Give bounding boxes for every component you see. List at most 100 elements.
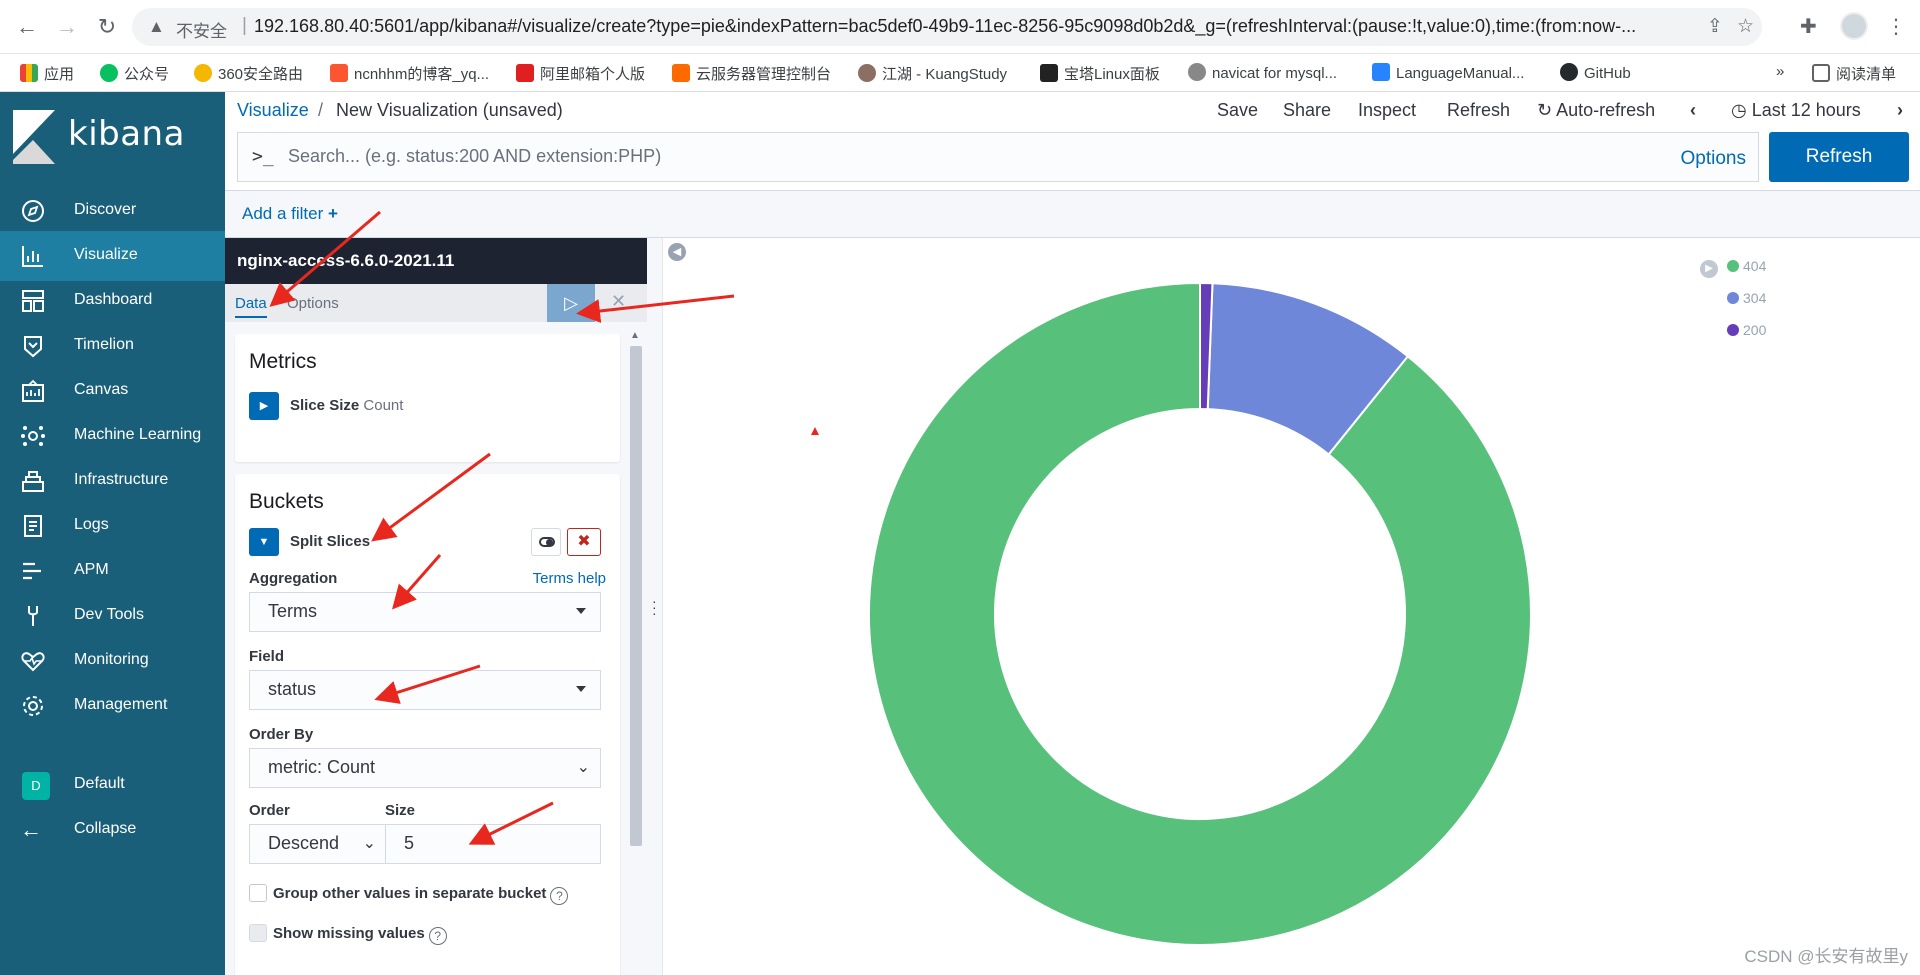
metric-agg-title[interactable]: Slice Size Count bbox=[290, 397, 403, 414]
address-bar[interactable]: ▲ 不安全 | 192.168.80.40:5601/app/kibana#/v… bbox=[132, 8, 1762, 46]
reload-icon[interactable]: ↻ bbox=[94, 14, 120, 40]
sidebar-item-visualize[interactable]: Visualize bbox=[0, 231, 225, 281]
sidebar-item-machine-learning[interactable]: Machine Learning bbox=[0, 411, 225, 461]
back-icon[interactable]: ← bbox=[14, 14, 40, 40]
scroll-up-icon[interactable]: ▲ bbox=[630, 330, 640, 341]
refresh-button[interactable]: Refresh bbox=[1769, 132, 1909, 182]
bookmark-item[interactable]: 江湖 - KuangStudy bbox=[858, 63, 1007, 84]
reading-list[interactable]: 阅读清单 bbox=[1812, 63, 1896, 84]
bookmark-star-icon[interactable]: ☆ bbox=[1737, 15, 1754, 38]
wechat-icon bbox=[100, 64, 118, 82]
metric-expand-icon[interactable]: ▶ bbox=[249, 392, 279, 420]
auto-refresh-button[interactable]: ↻ Auto-refresh bbox=[1537, 100, 1655, 121]
save-button[interactable]: Save bbox=[1217, 100, 1258, 121]
bookmark-item[interactable]: 宝塔Linux面板 bbox=[1040, 63, 1160, 84]
breadcrumb-visualize[interactable]: Visualize bbox=[237, 100, 309, 121]
time-picker[interactable]: ◷ Last 12 hours bbox=[1731, 100, 1861, 121]
bookmark-item[interactable]: GitHub bbox=[1560, 63, 1631, 82]
bookmark-item[interactable]: 阿里邮箱个人版 bbox=[516, 63, 645, 84]
aggregation-select[interactable]: Terms bbox=[249, 592, 601, 632]
forward-icon[interactable]: → bbox=[54, 14, 80, 40]
add-filter-button[interactable]: Add a filter + bbox=[242, 204, 338, 224]
legend-item[interactable]: 404 bbox=[1727, 258, 1766, 274]
kibana-header: Visualize / New Visualization (unsaved) … bbox=[225, 92, 1920, 132]
pie-chart[interactable] bbox=[664, 238, 1920, 975]
show-missing-checkbox[interactable] bbox=[249, 924, 267, 942]
brand-name: kibana bbox=[68, 114, 185, 154]
legend-item[interactable]: 304 bbox=[1727, 290, 1766, 306]
sidebar-item-dashboard[interactable]: Dashboard bbox=[0, 276, 225, 326]
share-page-icon[interactable]: ⇪ bbox=[1707, 15, 1723, 38]
extensions-icon[interactable]: ✚ bbox=[1800, 14, 1817, 39]
legend-toggle-icon[interactable]: ▶ bbox=[1700, 260, 1718, 278]
field-select[interactable]: status bbox=[249, 670, 601, 710]
tab-data[interactable]: Data bbox=[235, 295, 267, 318]
gear-icon bbox=[23, 696, 43, 716]
url-text[interactable]: 192.168.80.40:5601/app/kibana#/visualize… bbox=[254, 16, 1674, 37]
refresh-menu-button[interactable]: Refresh bbox=[1447, 100, 1510, 121]
inspect-button[interactable]: Inspect bbox=[1358, 100, 1416, 121]
sidebar-item-apm[interactable]: APM bbox=[0, 546, 225, 596]
remove-agg-icon[interactable]: ✖ bbox=[567, 528, 601, 556]
confluence-icon bbox=[1372, 63, 1390, 81]
logs-icon bbox=[24, 515, 42, 537]
more-bookmarks-icon[interactable]: » bbox=[1776, 63, 1784, 80]
legend-item[interactable]: 200 bbox=[1727, 322, 1766, 338]
search-input[interactable]: >_ Search... (e.g. status:200 AND extens… bbox=[237, 132, 1759, 182]
navicat-icon bbox=[1188, 63, 1206, 81]
time-forward-icon[interactable]: › bbox=[1897, 100, 1903, 121]
editor-resize-handle[interactable]: · · · bbox=[647, 238, 663, 975]
sidebar-item-timelion[interactable]: Timelion bbox=[0, 321, 225, 371]
help-icon[interactable]: ? bbox=[428, 927, 447, 945]
time-back-icon[interactable]: ‹ bbox=[1690, 100, 1696, 121]
sidebar-item-infrastructure[interactable]: Infrastructure bbox=[0, 456, 225, 506]
show-missing-label: Show missing values? bbox=[273, 925, 447, 945]
query-options-button[interactable]: Options bbox=[1681, 148, 1746, 170]
bookmark-item[interactable]: LanguageManual... bbox=[1372, 63, 1524, 82]
legend-color-dot bbox=[1727, 324, 1739, 336]
query-bar: >_ Search... (e.g. status:200 AND extens… bbox=[225, 132, 1920, 190]
toggle-agg-icon[interactable] bbox=[531, 528, 561, 556]
timelion-icon bbox=[24, 336, 42, 358]
group-other-checkbox[interactable] bbox=[249, 884, 267, 902]
order-by-select[interactable]: metric: Count ⌄ bbox=[249, 748, 601, 788]
collapse-sidebar-icon[interactable]: ◀ bbox=[668, 243, 686, 261]
caret-down-icon bbox=[576, 608, 586, 614]
terms-help-link[interactable]: Terms help bbox=[533, 570, 606, 587]
bookmark-apps[interactable]: 应用 bbox=[20, 63, 74, 84]
bucket-agg-title: Split Slices bbox=[290, 533, 371, 550]
vis-editor-sidebar: nginx-access-6.6.0-2021.11 Data Options … bbox=[225, 238, 647, 975]
query-prompt-icon: >_ bbox=[252, 146, 274, 167]
sidebar-item-discover[interactable]: Discover bbox=[0, 186, 225, 236]
kibana-brand[interactable]: kibana bbox=[0, 92, 225, 182]
apply-changes-button[interactable]: ▷ bbox=[547, 284, 595, 322]
scrollbar-thumb[interactable] bbox=[630, 346, 642, 846]
sidebar-item-management[interactable]: Management bbox=[0, 681, 225, 731]
bookmark-item[interactable]: 360安全路由 bbox=[194, 63, 303, 84]
bookmark-item[interactable]: 云服务器管理控制台 bbox=[672, 63, 831, 84]
size-input[interactable]: 5 bbox=[385, 824, 601, 864]
chrome-menu-icon[interactable]: ⋮ bbox=[1886, 14, 1906, 39]
sidebar-item-canvas[interactable]: Canvas bbox=[0, 366, 225, 416]
chevron-down-icon: ⌄ bbox=[576, 759, 590, 776]
tab-options[interactable]: Options bbox=[287, 295, 339, 312]
collapse-button[interactable]: ← Collapse bbox=[0, 805, 225, 855]
bookmark-item[interactable]: 公众号 bbox=[100, 63, 169, 84]
order-select[interactable]: Descend ⌄ bbox=[249, 824, 387, 864]
help-icon[interactable]: ? bbox=[550, 887, 569, 905]
sidebar-item-monitoring[interactable]: Monitoring bbox=[0, 636, 225, 686]
reading-list-icon bbox=[1812, 64, 1830, 82]
discard-changes-icon[interactable]: ✕ bbox=[611, 291, 626, 312]
360-icon bbox=[194, 64, 212, 82]
bucket-collapse-icon[interactable]: ▼ bbox=[249, 528, 279, 556]
share-button[interactable]: Share bbox=[1283, 100, 1331, 121]
apm-icon bbox=[23, 562, 41, 580]
space-avatar: D bbox=[22, 772, 50, 800]
profile-avatar[interactable] bbox=[1840, 12, 1868, 40]
metrics-title: Metrics bbox=[249, 350, 317, 373]
space-selector[interactable]: D Default bbox=[0, 760, 225, 810]
sidebar-item-logs[interactable]: Logs bbox=[0, 501, 225, 551]
bookmark-item[interactable]: ncnhhm的博客_yq... bbox=[330, 63, 489, 84]
sidebar-item-dev-tools[interactable]: Dev Tools bbox=[0, 591, 225, 641]
bookmark-item[interactable]: navicat for mysql... bbox=[1188, 63, 1337, 82]
